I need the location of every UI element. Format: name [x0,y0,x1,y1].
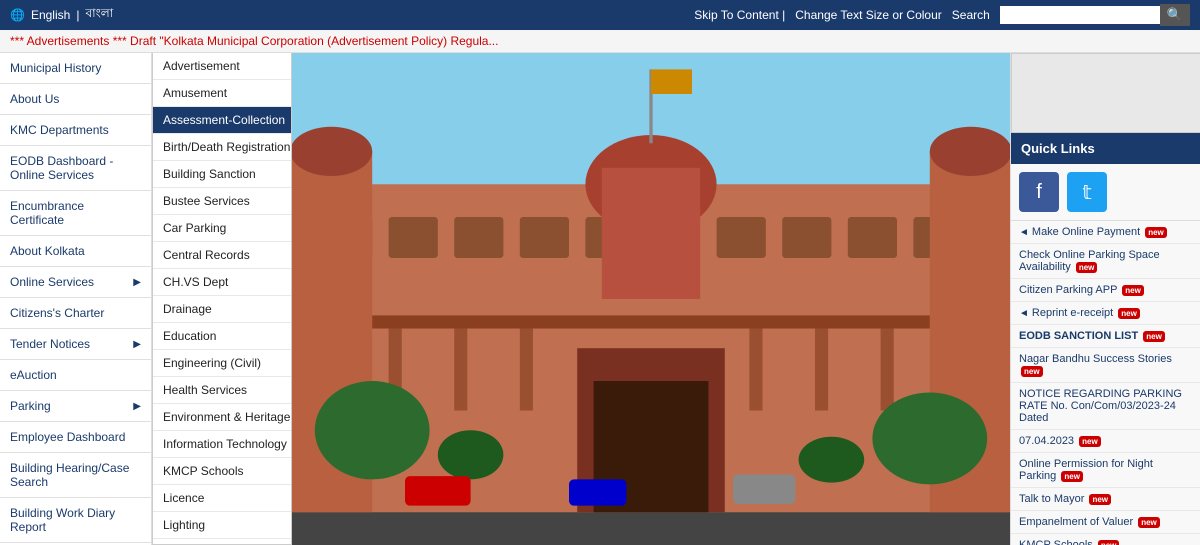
top-bar: 🌐 English | বাংলা Skip To Content | Chan… [0,0,1200,30]
arrow-icon: ▶ [133,339,141,350]
quick-links-header: Quick Links [1011,133,1200,164]
new-badge: new [1145,227,1167,238]
dropdown-item-birth-death[interactable]: Birth/Death Registration [153,134,291,161]
separator: | [76,8,79,22]
sidebar-item-parking[interactable]: Parking ▶ [0,391,151,422]
dropdown-item-car-parking[interactable]: Car Parking [153,215,291,242]
ticker-bar: *** Advertisements *** Draft "Kolkata Mu… [0,30,1200,53]
sidebar-item-online-services[interactable]: Online Services ▶ [0,267,151,298]
top-banner-placeholder [1011,53,1200,133]
sidebar: Municipal History About Us KMC Departmen… [0,53,152,545]
search-input[interactable] [1000,6,1160,24]
sidebar-item-citizens-charter[interactable]: Citizens's Charter [0,298,151,329]
sidebar-item-municipal-history[interactable]: Municipal History [0,53,151,84]
new-badge: new [1089,494,1111,505]
search-label: Search [952,8,990,22]
search-box: 🔍 [1000,4,1190,26]
dropdown-item-central-records[interactable]: Central Records [153,242,291,269]
new-badge: new [1021,366,1043,377]
dropdown-item-licence[interactable]: Licence [153,485,291,512]
dropdown-item-health-services[interactable]: Health Services [153,377,291,404]
arrow-icon: ▶ [133,277,141,288]
english-link[interactable]: English [31,8,70,22]
quick-link-citizen-parking[interactable]: Citizen Parking APP new [1011,279,1200,302]
dropdown-item-assessment-collection[interactable]: Assessment-Collection [153,107,291,134]
dropdown-item-advertisement[interactable]: Advertisement [153,53,291,80]
dropdown-item-environment-heritage[interactable]: Environment & Heritage [153,404,291,431]
sidebar-item-eodb[interactable]: EODB Dashboard - Online Services [0,146,151,191]
quick-link-kmcp-schools[interactable]: KMCP Schools new [1011,534,1200,545]
sidebar-item-building-hearing[interactable]: Building Hearing/Case Search [0,453,151,498]
sidebar-item-encumbrance[interactable]: Encumbrance Certificate [0,191,151,236]
arrow-icon: ◄ [1019,308,1029,319]
quick-link-empanelment[interactable]: Empanelment of Valuer new [1011,511,1200,534]
sidebar-item-kmc-departments[interactable]: KMC Departments [0,115,151,146]
sidebar-item-about-us[interactable]: About Us [0,84,151,115]
sidebar-item-about-kolkata[interactable]: About Kolkata [0,236,151,267]
new-badge: new [1061,471,1083,482]
dropdown-item-engineering-civil[interactable]: Engineering (Civil) [153,350,291,377]
language-section: 🌐 English | বাংলা [10,5,113,25]
arrow-icon: ◄ [1019,227,1029,238]
dropdown-item-lighting[interactable]: Lighting [153,512,291,539]
new-badge: new [1098,540,1120,545]
change-text-size[interactable]: Change Text Size or Colour [795,8,942,22]
content-area [292,53,1010,545]
kmc-departments-dropdown: Advertisement Amusement Assessment-Colle… [152,53,292,545]
main-layout: Municipal History About Us KMC Departmen… [0,53,1200,545]
facebook-icon[interactable]: f [1019,172,1059,212]
twitter-icon[interactable]: 𝕥 [1067,172,1107,212]
quick-link-talk-to-mayor[interactable]: Talk to Mayor new [1011,488,1200,511]
building-svg [292,53,1010,545]
dropdown-item-amusement[interactable]: Amusement [153,80,291,107]
new-badge: new [1122,285,1144,296]
new-badge: new [1138,517,1160,528]
dropdown-item-education[interactable]: Education [153,323,291,350]
quick-link-parking-space[interactable]: Check Online Parking Space Availability … [1011,244,1200,279]
new-badge: new [1143,331,1165,342]
social-icons-row: f 𝕥 [1011,164,1200,221]
dropdown-item-building-sanction[interactable]: Building Sanction [153,161,291,188]
dropdown-item-chvs[interactable]: CH.VS Dept [153,269,291,296]
building-image [292,53,1010,545]
dropdown-item-information-technology[interactable]: Information Technology [153,431,291,458]
dropdown-item-kmcp-schools[interactable]: KMCP Schools [153,458,291,485]
search-button[interactable]: 🔍 [1160,4,1190,26]
sidebar-item-tender-notices[interactable]: Tender Notices ▶ [0,329,151,360]
quick-link-reprint[interactable]: ◄ Reprint e-receipt new [1011,302,1200,325]
quick-link-online-payment[interactable]: ◄ Make Online Payment new [1011,221,1200,244]
new-badge: new [1118,308,1140,319]
quick-link-night-parking[interactable]: Online Permission for Night Parking new [1011,453,1200,488]
skip-links: Skip To Content | Change Text Size or Co… [694,4,1190,26]
quick-link-eodb-sanction[interactable]: EODB SANCTION LIST new [1011,325,1200,348]
sidebar-item-employee-dashboard[interactable]: Employee Dashboard [0,422,151,453]
sidebar-item-eauction[interactable]: eAuction [0,360,151,391]
sidebar-item-diary-report[interactable]: Building Work Diary Report [0,498,151,543]
arrow-icon: ▶ [133,401,141,412]
skip-to-content[interactable]: Skip To Content | [694,8,785,22]
quick-links-panel: Quick Links f 𝕥 ◄ Make Online Payment ne… [1010,53,1200,545]
bengali-link[interactable]: বাংলা [85,5,113,25]
ticker-text: *** Advertisements *** Draft "Kolkata Mu… [10,34,498,48]
dropdown-item-market[interactable]: Market [153,539,291,545]
lang-icon: 🌐 [10,8,25,22]
quick-link-parking-rate[interactable]: NOTICE REGARDING PARKING RATE No. Con/Co… [1011,383,1200,430]
quick-link-nagar-bandhu[interactable]: Nagar Bandhu Success Stories new [1011,348,1200,383]
quick-link-date[interactable]: 07.04.2023 new [1011,430,1200,453]
dropdown-item-bustee-services[interactable]: Bustee Services [153,188,291,215]
new-badge: new [1079,436,1101,447]
dropdown-item-drainage[interactable]: Drainage [153,296,291,323]
new-badge: new [1076,262,1098,273]
